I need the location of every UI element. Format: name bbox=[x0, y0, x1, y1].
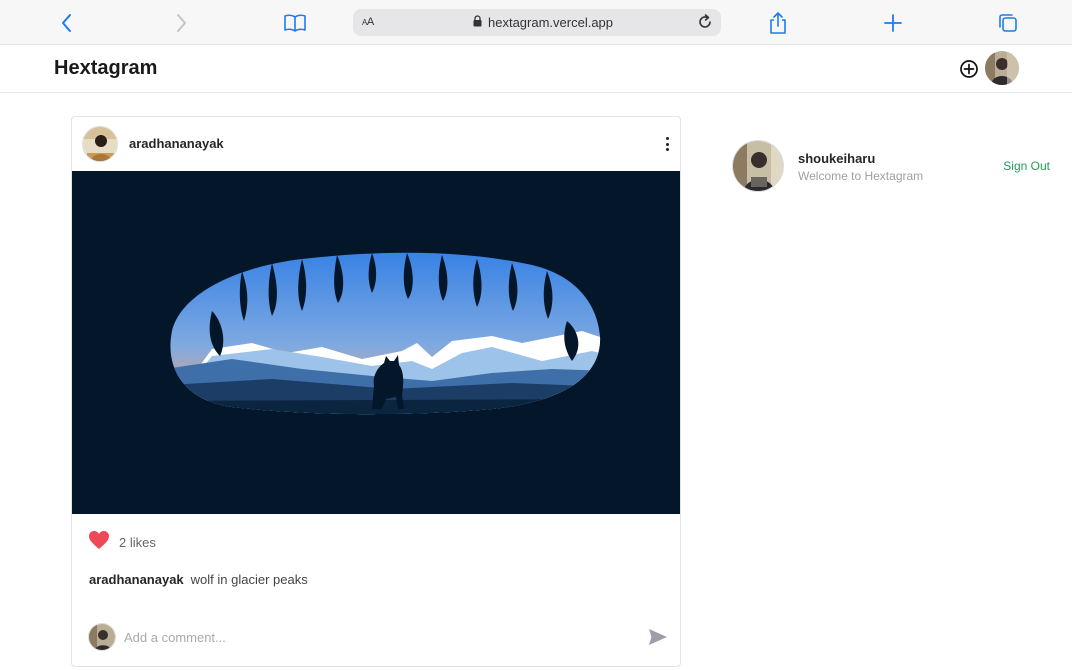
post-author-username[interactable]: aradhananayak bbox=[129, 136, 224, 151]
more-options-icon[interactable] bbox=[664, 137, 670, 151]
browser-toolbar: AA hextagram.vercel.app bbox=[0, 0, 1072, 45]
likes-count: 2 likes bbox=[119, 534, 156, 550]
avatar[interactable] bbox=[985, 51, 1019, 85]
chevron-right-icon[interactable] bbox=[169, 11, 193, 35]
likes-row: 2 likes bbox=[88, 530, 156, 554]
profile-username[interactable]: shoukeiharu bbox=[798, 151, 875, 166]
profile-subtitle: Welcome to Hextagram bbox=[798, 169, 924, 183]
brand-logo[interactable]: Hextagram bbox=[54, 57, 157, 80]
comment-input[interactable] bbox=[124, 625, 624, 649]
url-text: hextagram.vercel.app bbox=[488, 15, 614, 30]
post-image bbox=[72, 171, 680, 514]
reload-icon[interactable] bbox=[695, 12, 715, 37]
sidebar-profile: shoukeiharu Welcome to Hextagram Sign Ou… bbox=[732, 140, 1052, 192]
caption-text: wolf in glacier peaks bbox=[190, 572, 308, 587]
chevron-left-icon[interactable] bbox=[55, 11, 79, 35]
app-header: Hextagram bbox=[0, 45, 1072, 93]
share-icon[interactable] bbox=[766, 11, 790, 35]
post-caption: aradhananayak wolf in glacier peaks bbox=[89, 572, 308, 587]
post-card: aradhananayak 2 likes aradhananayak wolf… bbox=[71, 116, 681, 667]
book-icon[interactable] bbox=[283, 11, 307, 35]
post-author-avatar[interactable] bbox=[82, 126, 118, 162]
send-icon[interactable] bbox=[648, 628, 668, 646]
url-display[interactable]: hextagram.vercel.app bbox=[473, 15, 613, 30]
reader-text-size-button[interactable]: AA bbox=[362, 16, 374, 28]
add-circle-icon[interactable] bbox=[959, 59, 979, 79]
sign-out-button[interactable]: Sign Out bbox=[1003, 159, 1050, 173]
post-header: aradhananayak bbox=[72, 117, 680, 171]
tabs-icon[interactable] bbox=[996, 11, 1020, 35]
address-bar[interactable]: AA hextagram.vercel.app bbox=[353, 9, 721, 36]
heart-icon[interactable] bbox=[88, 530, 110, 555]
caption-username[interactable]: aradhananayak bbox=[89, 572, 184, 587]
comment-avatar bbox=[88, 623, 116, 651]
comment-row bbox=[88, 621, 668, 653]
plus-icon[interactable] bbox=[881, 11, 905, 35]
lock-icon bbox=[473, 15, 482, 30]
profile-avatar[interactable] bbox=[732, 140, 784, 192]
